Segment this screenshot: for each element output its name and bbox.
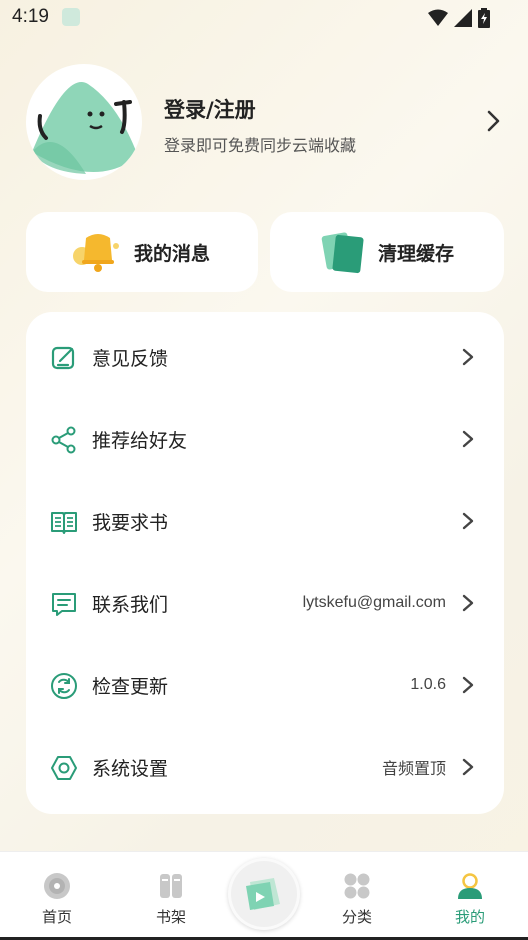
settings-hexagon-icon (51, 756, 77, 780)
tab-category[interactable]: 分类 (312, 852, 402, 940)
menu-label: 推荐给好友 (92, 429, 188, 452)
tab-bookshelf[interactable]: 书架 (126, 852, 216, 940)
chevron-right-icon (462, 512, 474, 530)
signal-icon (454, 9, 472, 27)
menu-item-feedback[interactable]: 意见反馈 (26, 316, 504, 398)
chevron-right-icon (462, 594, 474, 612)
menu-item-request-book[interactable]: 我要求书 (26, 480, 504, 562)
grid-icon (344, 873, 370, 899)
menu-label: 我要求书 (92, 511, 169, 534)
bookshelf-icon (160, 874, 182, 898)
app-version: 1.0.6 (410, 676, 446, 693)
tab-label: 首页 (41, 908, 72, 926)
status-icons (428, 8, 490, 28)
clear-cache-button[interactable]: 清理缓存 (270, 212, 504, 292)
bell-icon (73, 234, 119, 272)
app-notification-icon (62, 8, 80, 26)
settings-menu: 意见反馈 推荐给好友 我要求书 联系我们 lytskefu@gmail.com (26, 312, 504, 814)
player-cover-icon (246, 878, 280, 910)
message-icon (52, 593, 76, 616)
wifi-icon (428, 9, 448, 26)
cache-cards-icon (321, 232, 364, 274)
refresh-icon (51, 673, 77, 699)
menu-item-contact[interactable]: 联系我们 lytskefu@gmail.com (26, 562, 504, 644)
contact-email: lytskefu@gmail.com (302, 594, 446, 611)
now-playing-button[interactable] (228, 858, 300, 930)
chevron-right-icon (462, 758, 474, 776)
avatar[interactable] (26, 64, 142, 180)
clear-cache-label: 清理缓存 (378, 242, 455, 265)
menu-item-settings[interactable]: 系统设置 音频置顶 (26, 726, 504, 808)
avatar-mascot-icon (32, 81, 138, 174)
bottom-tab-bar: 首页 书架 分类 我的 (0, 851, 528, 940)
edit-note-icon (51, 346, 75, 370)
chevron-right-icon (462, 676, 474, 694)
menu-label: 检查更新 (92, 675, 169, 698)
open-book-icon (51, 512, 77, 534)
battery-icon (478, 8, 490, 28)
tab-mine[interactable]: 我的 (425, 852, 515, 940)
tab-label: 分类 (341, 908, 372, 926)
chevron-right-icon (462, 348, 474, 366)
menu-label: 意见反馈 (92, 347, 169, 370)
user-icon (458, 873, 482, 899)
menu-label: 联系我们 (92, 593, 169, 616)
disc-icon (44, 873, 70, 899)
settings-value: 音频置顶 (381, 759, 446, 778)
status-bar: 4:19 (0, 0, 528, 36)
tab-home[interactable]: 首页 (12, 852, 102, 940)
menu-label: 系统设置 (92, 757, 169, 780)
profile-header[interactable]: 登录/注册 登录即可免费同步云端收藏 (26, 64, 504, 184)
login-subtitle: 登录即可免费同步云端收藏 (164, 136, 357, 155)
my-messages-button[interactable]: 我的消息 (26, 212, 258, 292)
menu-item-check-update[interactable]: 检查更新 1.0.6 (26, 644, 504, 726)
share-icon (51, 426, 76, 454)
tab-label: 我的 (454, 908, 485, 926)
login-register-title[interactable]: 登录/注册 (164, 94, 256, 124)
tab-label: 书架 (155, 908, 186, 926)
chevron-right-icon (462, 430, 474, 448)
my-messages-label: 我的消息 (134, 242, 211, 265)
menu-item-share[interactable]: 推荐给好友 (26, 398, 504, 480)
chevron-right-icon[interactable] (486, 110, 500, 132)
status-time: 4:19 (12, 6, 49, 27)
